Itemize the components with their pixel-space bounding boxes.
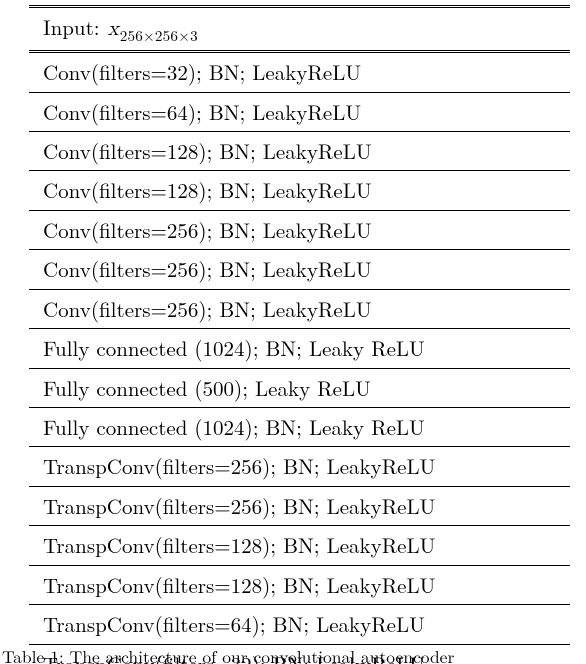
table-row: Fully connected (1024); BN; Leaky ReLU	[29, 408, 570, 447]
caption-label: Table 1:	[2, 644, 64, 664]
table-row: Fully connected (500); Leaky ReLU	[29, 368, 570, 407]
header-var: x	[107, 19, 120, 40]
table-caption: Table 1: The architecture of our convolu…	[0, 644, 586, 664]
table-row: Conv(filters=256); BN; LeakyReLU	[29, 250, 570, 289]
table-row: TranspConv(filters=128); BN; LeakyReLU	[29, 526, 570, 565]
table-row: Conv(filters=128); BN; LeakyReLU	[29, 131, 570, 170]
header-prefix: Input:	[43, 12, 107, 42]
table-row: TranspConv(filters=64); BN; LeakyReLU	[29, 605, 570, 644]
table-row: TranspConv(filters=256); BN; LeakyReLU	[29, 447, 570, 486]
table-row: Fully connected (1024); BN; Leaky ReLU	[29, 329, 570, 368]
table-row: Conv(filters=256); BN; LeakyReLU	[29, 210, 570, 249]
table-row: TranspConv(filters=256); BN; LeakyReLU	[29, 486, 570, 525]
table-row: TranspConv(filters=128); BN; LeakyReLU	[29, 565, 570, 604]
table-row: Conv(filters=256); BN; LeakyReLU	[29, 289, 570, 328]
header-sub: 256×256×3	[120, 25, 198, 46]
table-row: Conv(filters=32); BN; LeakyReLU	[29, 52, 570, 92]
table-header: Input: x256×256×3	[29, 7, 570, 52]
table-row: Conv(filters=64); BN; LeakyReLU	[29, 92, 570, 131]
architecture-table: Input: x256×256×3 Conv(filters=32); BN; …	[29, 5, 570, 664]
table-row: Conv(filters=128); BN; LeakyReLU	[29, 171, 570, 210]
caption-text: The architecture of our convolutional au…	[64, 644, 455, 664]
